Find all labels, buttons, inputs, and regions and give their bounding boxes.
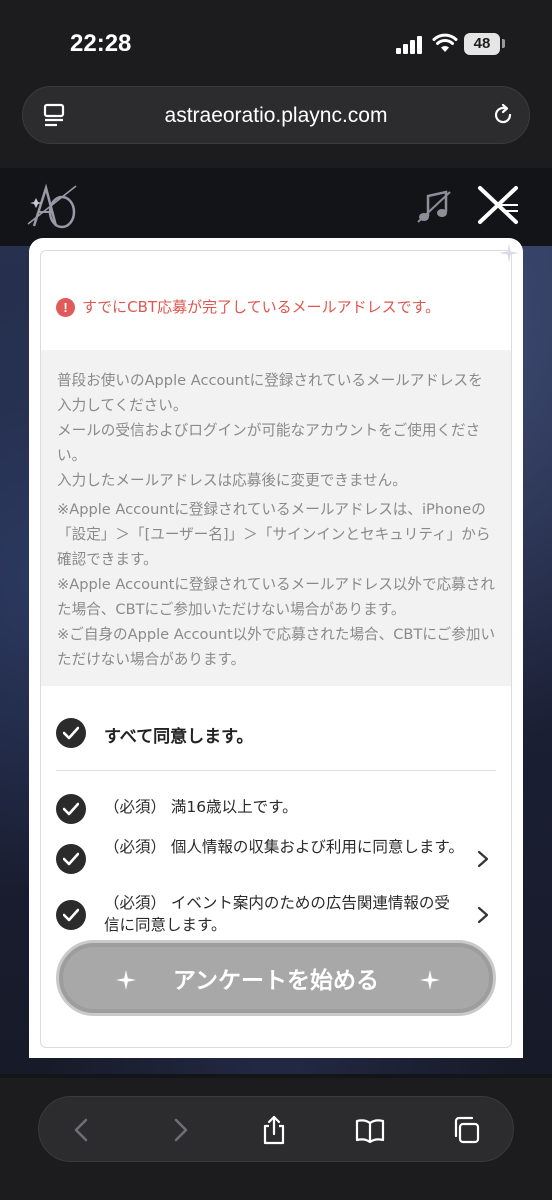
logo-icon[interactable] — [24, 182, 80, 230]
divider — [56, 770, 496, 771]
term-item-ads[interactable]: （必須） イベント案内のための広告関連情報の受信に同意します。 — [56, 892, 496, 938]
notice-line: 入力したメールアドレスは応募後に変更できません。 — [57, 472, 407, 489]
notice-line: ※Apple Accountに登録されているメールアドレス以外で応募された場合、… — [57, 576, 495, 618]
notice-line: ※ご自身のApple Account以外で応募された場合、CBTにご参加いただけ… — [57, 626, 496, 668]
forward-icon[interactable] — [165, 1115, 195, 1145]
notice-box: 普段お使いのApple Accountに登録されているメールアドレスを入力してく… — [41, 350, 511, 686]
notice-line: ※Apple Accountに登録されているメールアドレスは、iPhoneの「設… — [57, 501, 491, 568]
battery-tip — [502, 39, 505, 48]
cellular-signal-icon — [396, 36, 424, 54]
error-icon: ! — [56, 298, 75, 317]
notice-text: 普段お使いのApple Accountに登録されているメールアドレスを入力してく… — [57, 368, 497, 672]
check-icon[interactable] — [56, 900, 86, 930]
term-label: （必須） 個人情報の収集および利用に同意します。 — [104, 838, 464, 856]
chevron-right-icon[interactable] — [476, 906, 490, 924]
term-label: （必須） 満16歳以上です。 — [104, 798, 298, 816]
term-label: （必須） イベント案内のための広告関連情報の受信に同意します。 — [104, 894, 450, 934]
reload-icon[interactable] — [491, 103, 515, 127]
tabs-icon[interactable] — [451, 1115, 481, 1145]
notice-line: 普段お使いのApple Accountに登録されているメールアドレスを入力してく… — [57, 372, 483, 414]
status-time: 22:28 — [70, 30, 132, 57]
site-header — [0, 168, 552, 246]
chevron-right-icon[interactable] — [476, 850, 490, 868]
term-item-age[interactable]: （必須） 満16歳以上です。 — [56, 792, 496, 824]
url-text[interactable]: astraeoratio.plaync.com — [23, 104, 529, 128]
check-icon[interactable] — [56, 794, 86, 824]
sparkle-icon — [420, 970, 440, 990]
address-bar[interactable]: astraeoratio.plaync.com — [22, 86, 530, 144]
share-icon[interactable] — [259, 1115, 289, 1145]
bookmarks-icon[interactable] — [355, 1115, 385, 1145]
error-message: すでにCBT応募が完了しているメールアドレスです。 — [82, 298, 441, 316]
wifi-icon — [432, 33, 458, 52]
error-message-row: ! すでにCBT応募が完了しているメールアドレスです。 — [56, 296, 496, 320]
back-icon[interactable] — [67, 1115, 97, 1145]
check-icon[interactable] — [56, 718, 86, 748]
check-icon[interactable] — [56, 844, 86, 874]
status-bar: 22:28 48 — [0, 0, 552, 88]
agree-all-checkbox[interactable]: すべて同意します。 — [56, 718, 496, 750]
music-off-icon[interactable] — [416, 190, 452, 224]
start-survey-button[interactable]: アンケートを始める — [56, 940, 496, 1016]
close-icon[interactable] — [476, 184, 520, 226]
term-item-privacy[interactable]: （必須） 個人情報の収集および利用に同意します。 — [56, 836, 496, 882]
agree-all-label: すべて同意します。 — [104, 727, 254, 747]
battery-indicator: 48 — [464, 33, 500, 55]
notice-line: メールの受信およびログインが可能なアカウントをご使用ください。 — [57, 422, 481, 464]
browser-toolbar — [38, 1096, 514, 1162]
sparkle-icon — [499, 243, 519, 263]
